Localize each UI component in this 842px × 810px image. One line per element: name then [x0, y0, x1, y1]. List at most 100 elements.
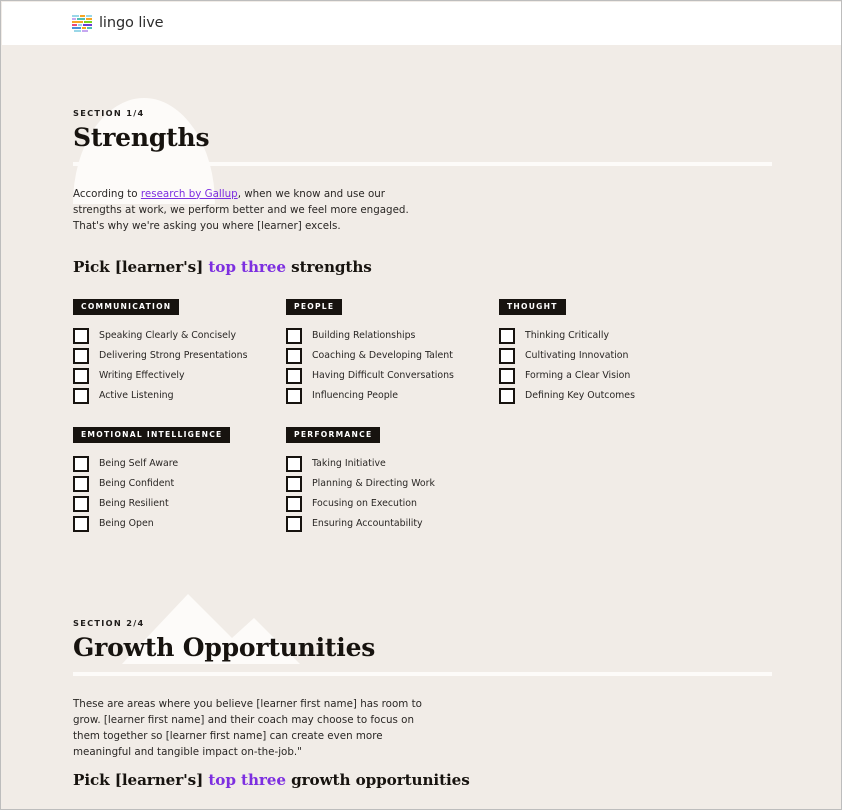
category-thought: THOUGHT Thinking Critically Cultivating …: [499, 296, 712, 406]
checkbox-input[interactable]: [73, 455, 89, 472]
checkbox-row[interactable]: Being Self Aware: [73, 454, 286, 474]
section-growth-opportunities: SECTION 2/4 Growth Opportunities These a…: [2, 618, 841, 761]
checkbox-input[interactable]: [73, 515, 89, 532]
checkbox-row[interactable]: Being Resilient: [73, 494, 286, 514]
app-header: lingo live: [2, 2, 841, 45]
checkbox-input[interactable]: [73, 495, 89, 512]
checkbox-label: Planning & Directing Work: [312, 477, 435, 489]
checkbox-row[interactable]: Thinking Critically: [499, 326, 712, 346]
section-strengths: SECTION 1/4 Strengths According to resea…: [2, 108, 841, 235]
checkbox-row[interactable]: Active Listening: [73, 386, 286, 406]
checkbox-row[interactable]: Being Open: [73, 514, 286, 534]
checkbox-row[interactable]: Planning & Directing Work: [286, 474, 499, 494]
strengths-categories-row-2: EMOTIONAL INTELLIGENCE Being Self Aware …: [2, 424, 841, 534]
pick-accent: top three: [208, 258, 286, 276]
category-badge: PEOPLE: [286, 299, 343, 315]
category-empty-slot: [499, 424, 712, 534]
checkbox-row[interactable]: Focusing on Execution: [286, 494, 499, 514]
checkbox-row[interactable]: Defining Key Outcomes: [499, 386, 712, 406]
checkbox-row[interactable]: Speaking Clearly & Concisely: [73, 326, 286, 346]
checkbox-input[interactable]: [73, 347, 89, 364]
checkbox-input[interactable]: [499, 387, 515, 404]
checkbox-label: Being Resilient: [99, 497, 169, 509]
checkbox-input[interactable]: [286, 475, 302, 492]
section-1-divider: [73, 161, 772, 166]
brand-logo[interactable]: lingo live: [72, 15, 164, 32]
category-badge: COMMUNICATION: [73, 299, 180, 315]
checkbox-input[interactable]: [286, 387, 302, 404]
brand-name: lingo live: [99, 15, 164, 32]
checkbox-input[interactable]: [286, 455, 302, 472]
section-2-title: Growth Opportunities: [73, 633, 376, 662]
checkbox-label: Coaching & Developing Talent: [312, 349, 453, 361]
checkbox-label: Influencing People: [312, 389, 399, 401]
checkbox-label: Active Listening: [99, 389, 174, 401]
pick-suffix: strengths: [285, 258, 372, 276]
checkbox-input[interactable]: [499, 347, 515, 364]
checkbox-label: Being Self Aware: [99, 457, 179, 469]
checkbox-label: Having Difficult Conversations: [312, 369, 454, 381]
checkbox-row[interactable]: Being Confident: [73, 474, 286, 494]
checkbox-label: Writing Effectively: [99, 369, 185, 381]
checkbox-input[interactable]: [286, 495, 302, 512]
checkbox-label: Delivering Strong Presentations: [99, 349, 248, 361]
section-1-label: SECTION 1/4: [73, 108, 145, 118]
pick-suffix: growth opportunities: [285, 771, 470, 789]
section-2-divider: [73, 671, 772, 676]
checkbox-input[interactable]: [286, 347, 302, 364]
checkbox-label: Building Relationships: [312, 329, 416, 341]
checkbox-label: Cultivating Innovation: [525, 349, 629, 361]
checkbox-row[interactable]: Cultivating Innovation: [499, 346, 712, 366]
checkbox-input[interactable]: [286, 327, 302, 344]
checkbox-row[interactable]: Taking Initiative: [286, 454, 499, 474]
checkbox-label: Focusing on Execution: [312, 497, 417, 509]
growth-pick-heading: Pick [learner's] top three growth opport…: [73, 771, 841, 789]
page-canvas: SECTION 1/4 Strengths According to resea…: [2, 45, 841, 809]
checkbox-row[interactable]: Coaching & Developing Talent: [286, 346, 499, 366]
category-badge: THOUGHT: [499, 299, 566, 315]
checkbox-label: Taking Initiative: [312, 457, 386, 469]
checkbox-row[interactable]: Delivering Strong Presentations: [73, 346, 286, 366]
checkbox-label: Forming a Clear Vision: [525, 369, 631, 381]
strengths-pick-heading-wrap: Pick [learner's] top three strengths: [2, 258, 841, 276]
checkbox-row[interactable]: Influencing People: [286, 386, 499, 406]
category-people: PEOPLE Building Relationships Coaching &…: [286, 296, 499, 406]
checkbox-input[interactable]: [73, 387, 89, 404]
category-communication: COMMUNICATION Speaking Clearly & Concise…: [73, 296, 286, 406]
strengths-categories-row-1: COMMUNICATION Speaking Clearly & Concise…: [2, 296, 841, 406]
checkbox-label: Being Open: [99, 517, 154, 529]
lingo-live-bars-logo-icon: [72, 15, 92, 32]
checkbox-row[interactable]: Building Relationships: [286, 326, 499, 346]
pick-prefix: Pick [learner's]: [73, 258, 209, 276]
checkbox-label: Defining Key Outcomes: [525, 389, 635, 401]
section-1-body: According to research by Gallup, when we…: [73, 186, 425, 235]
checkbox-row[interactable]: Writing Effectively: [73, 366, 286, 386]
category-performance: PERFORMANCE Taking Initiative Planning &…: [286, 424, 499, 534]
body-text-before-link: According to: [73, 187, 141, 200]
section-2-label: SECTION 2/4: [73, 618, 145, 628]
checkbox-input[interactable]: [286, 367, 302, 384]
strengths-pick-heading: Pick [learner's] top three strengths: [73, 258, 841, 276]
survey-page: lingo live SECTION 1/4 Strengths Accordi…: [0, 0, 842, 810]
growth-pick-heading-wrap: Pick [learner's] top three growth opport…: [2, 771, 841, 789]
checkbox-input[interactable]: [73, 327, 89, 344]
pick-prefix: Pick [learner's]: [73, 771, 209, 789]
checkbox-label: Speaking Clearly & Concisely: [99, 329, 237, 341]
checkbox-row[interactable]: Having Difficult Conversations: [286, 366, 499, 386]
checkbox-row[interactable]: Ensuring Accountability: [286, 514, 499, 534]
gallup-research-link[interactable]: research by Gallup: [141, 188, 238, 200]
checkbox-label: Being Confident: [99, 477, 175, 489]
checkbox-label: Thinking Critically: [525, 329, 610, 341]
checkbox-input[interactable]: [73, 367, 89, 384]
checkbox-input[interactable]: [499, 367, 515, 384]
section-1-title: Strengths: [73, 123, 210, 152]
checkbox-input[interactable]: [499, 327, 515, 344]
checkbox-row[interactable]: Forming a Clear Vision: [499, 366, 712, 386]
checkbox-input[interactable]: [286, 515, 302, 532]
category-badge: PERFORMANCE: [286, 427, 381, 443]
pick-accent: top three: [208, 771, 286, 789]
category-emotional-intelligence: EMOTIONAL INTELLIGENCE Being Self Aware …: [73, 424, 286, 534]
checkbox-input[interactable]: [73, 475, 89, 492]
section-2-body: These are areas where you believe [learn…: [73, 697, 422, 759]
checkbox-label: Ensuring Accountability: [312, 517, 423, 529]
